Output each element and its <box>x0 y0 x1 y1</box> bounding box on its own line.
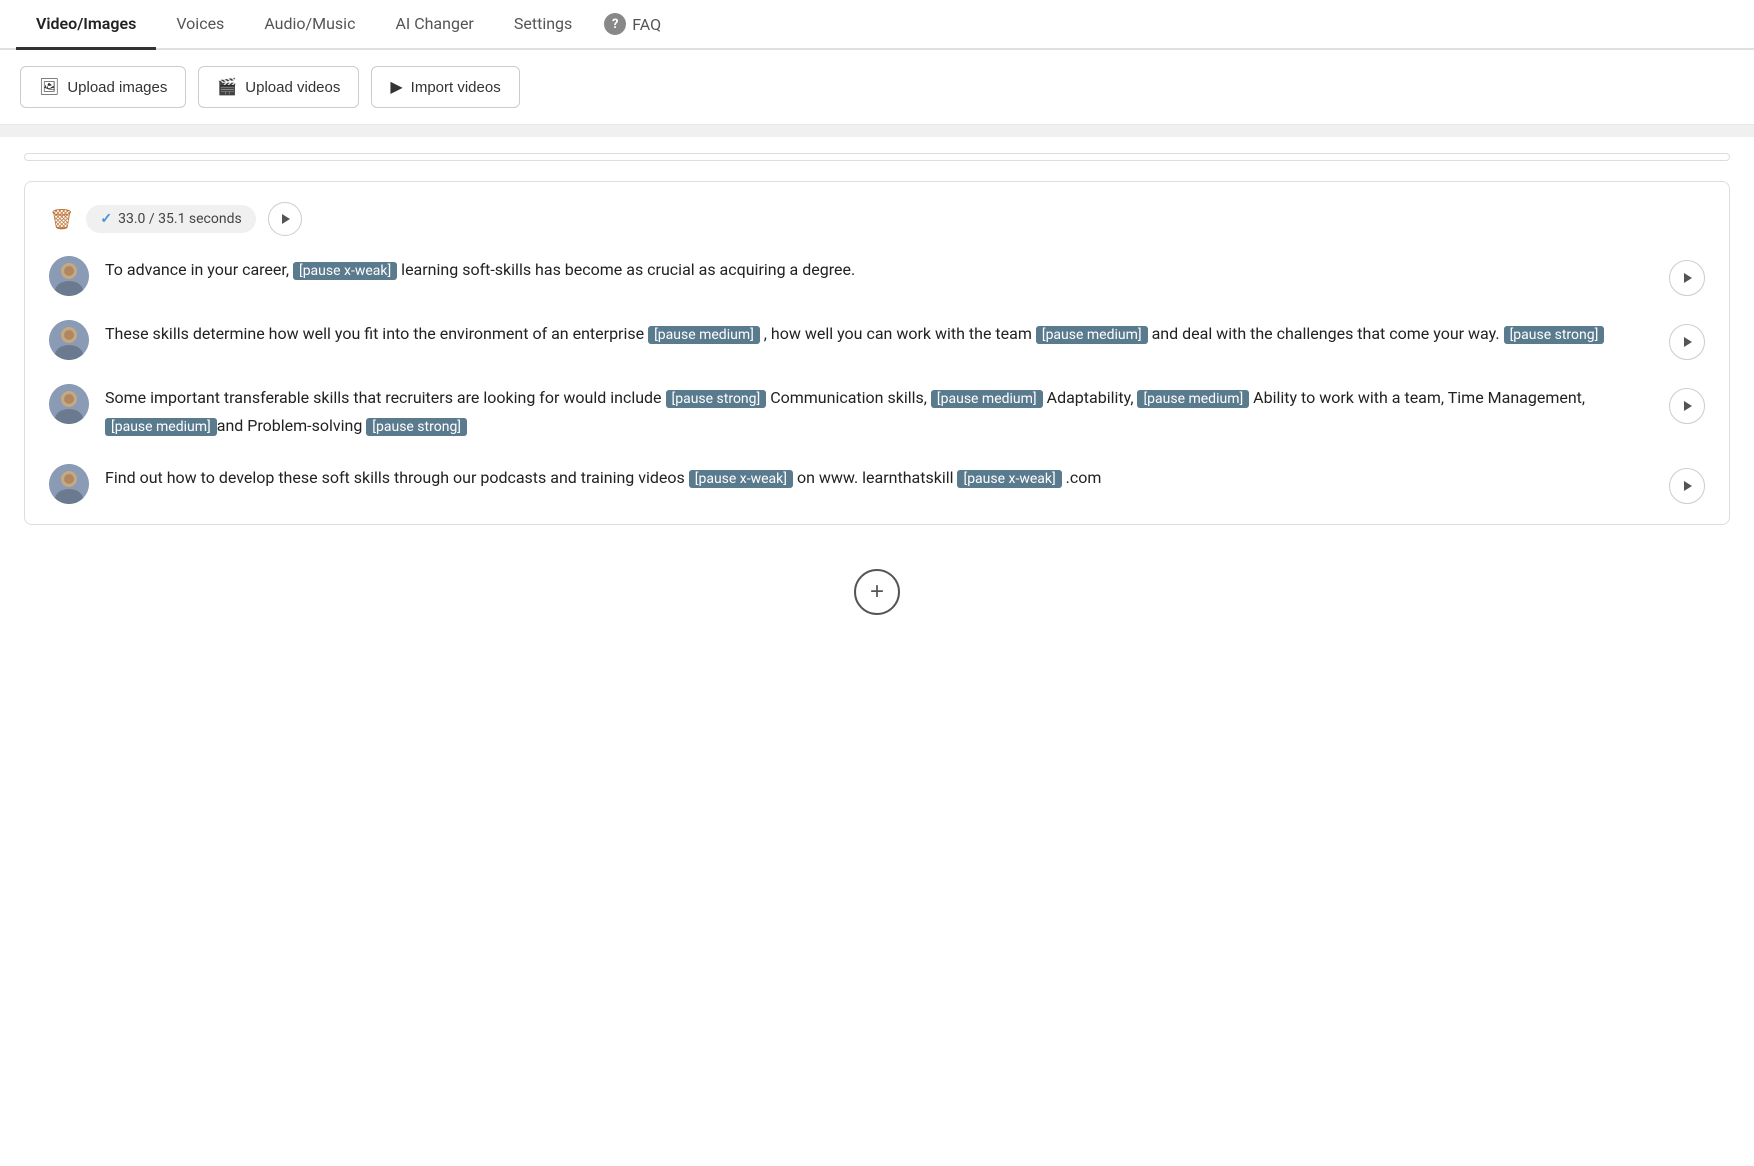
line3-seg2: Communication skills, <box>766 388 931 407</box>
trash-icon[interactable]: 🗑 <box>49 207 74 231</box>
timer-check-icon: ✓ <box>100 211 112 227</box>
tab-ai-changer[interactable]: AI Changer <box>375 0 493 50</box>
top-nav: Video/Images Voices Audio/Music AI Chang… <box>0 0 1754 50</box>
line4-play-button[interactable] <box>1669 468 1705 504</box>
script-line-3: Some important transferable skills that … <box>49 384 1705 440</box>
script-line-1: To advance in your career, [pause x-weak… <box>49 256 1705 296</box>
timer-badge: ✓ 33.0 / 35.1 seconds <box>86 205 255 233</box>
line-text-4: Find out how to develop these soft skill… <box>105 464 1653 492</box>
avatar-svg-1 <box>49 256 89 296</box>
script-line-2: These skills determine how well you fit … <box>49 320 1705 360</box>
line1-seg2: learning soft-skills has become as cruci… <box>397 260 855 279</box>
avatar-3 <box>49 384 89 424</box>
play-icon <box>1684 273 1692 283</box>
line3-seg5: and Problem-solving <box>217 416 367 435</box>
line3-pause3[interactable]: [pause medium] <box>1137 390 1249 408</box>
line4-seg2: on www. learnthatskill <box>793 468 958 487</box>
avatar-svg-3 <box>49 384 89 424</box>
line4-seg3: .com <box>1062 468 1102 487</box>
line2-seg3: and deal with the challenges that come y… <box>1148 324 1504 343</box>
image-icon: 🖼 <box>39 77 59 97</box>
line3-play-button[interactable] <box>1669 388 1705 424</box>
avatar-2 <box>49 320 89 360</box>
top-card-remnant <box>24 153 1730 161</box>
timer-text: 33.0 / 35.1 seconds <box>118 211 242 227</box>
play-icon <box>1684 337 1692 347</box>
line3-pause1[interactable]: [pause strong] <box>666 390 767 408</box>
add-icon: + <box>870 578 884 606</box>
play-icon <box>1684 481 1692 491</box>
line-text-3: Some important transferable skills that … <box>105 384 1653 440</box>
youtube-icon: ▶ <box>390 77 402 97</box>
separator <box>0 125 1754 137</box>
card-header: 🗑 ✓ 33.0 / 35.1 seconds <box>49 202 1705 236</box>
line2-seg2: , how well you can work with the team <box>760 324 1036 343</box>
card-play-button[interactable] <box>268 202 302 236</box>
upload-images-label: Upload images <box>67 79 167 96</box>
faq-label: FAQ <box>632 15 661 34</box>
line3-seg3: Adaptability, <box>1043 388 1138 407</box>
line2-play-button[interactable] <box>1669 324 1705 360</box>
line3-pause4[interactable]: [pause medium] <box>105 418 217 436</box>
line2-seg1: These skills determine how well you fit … <box>105 324 648 343</box>
line1-pause1[interactable]: [pause x-weak] <box>293 262 397 280</box>
tab-voices[interactable]: Voices <box>156 0 244 50</box>
app-container: Video/Images Voices Audio/Music AI Chang… <box>0 0 1754 1166</box>
script-line-4: Find out how to develop these soft skill… <box>49 464 1705 504</box>
tab-video-images[interactable]: Video/Images <box>16 0 156 50</box>
play-triangle-icon <box>282 214 290 224</box>
faq-icon: ? <box>604 13 626 35</box>
line3-seg4: Ability to work with a team, Time Manage… <box>1249 388 1585 407</box>
line4-seg1: Find out how to develop these soft skill… <box>105 468 689 487</box>
line3-pause2[interactable]: [pause medium] <box>931 390 1043 408</box>
tab-audio-music[interactable]: Audio/Music <box>244 0 375 50</box>
line1-seg1: To advance in your career, <box>105 260 293 279</box>
avatar-1 <box>49 256 89 296</box>
script-card: 🗑 ✓ 33.0 / 35.1 seconds <box>24 181 1730 525</box>
avatar-svg-4 <box>49 464 89 504</box>
video-icon: 🎬 <box>217 77 237 97</box>
upload-videos-label: Upload videos <box>245 79 340 96</box>
avatar-4 <box>49 464 89 504</box>
line4-pause1[interactable]: [pause x-weak] <box>689 470 793 488</box>
upload-row: 🖼 Upload images 🎬 Upload videos ▶ Import… <box>0 50 1754 125</box>
line2-pause3[interactable]: [pause strong] <box>1504 326 1605 344</box>
tab-settings[interactable]: Settings <box>494 0 592 50</box>
line-text-2: These skills determine how well you fit … <box>105 320 1653 348</box>
add-segment-button[interactable]: + <box>854 569 900 615</box>
line2-pause1[interactable]: [pause medium] <box>648 326 760 344</box>
script-lines: To advance in your career, [pause x-weak… <box>49 256 1705 504</box>
import-videos-label: Import videos <box>411 79 501 96</box>
line3-pause5[interactable]: [pause strong] <box>366 418 467 436</box>
line2-pause2[interactable]: [pause medium] <box>1036 326 1148 344</box>
play-icon <box>1684 401 1692 411</box>
faq-link[interactable]: ? FAQ <box>604 13 661 35</box>
upload-videos-button[interactable]: 🎬 Upload videos <box>198 66 359 108</box>
avatar-svg-2 <box>49 320 89 360</box>
line3-seg1: Some important transferable skills that … <box>105 388 666 407</box>
add-btn-container: + <box>0 545 1754 639</box>
upload-images-button[interactable]: 🖼 Upload images <box>20 66 186 108</box>
import-videos-button[interactable]: ▶ Import videos <box>371 66 519 108</box>
line4-pause2[interactable]: [pause x-weak] <box>957 470 1061 488</box>
line-text-1: To advance in your career, [pause x-weak… <box>105 256 1653 284</box>
line1-play-button[interactable] <box>1669 260 1705 296</box>
